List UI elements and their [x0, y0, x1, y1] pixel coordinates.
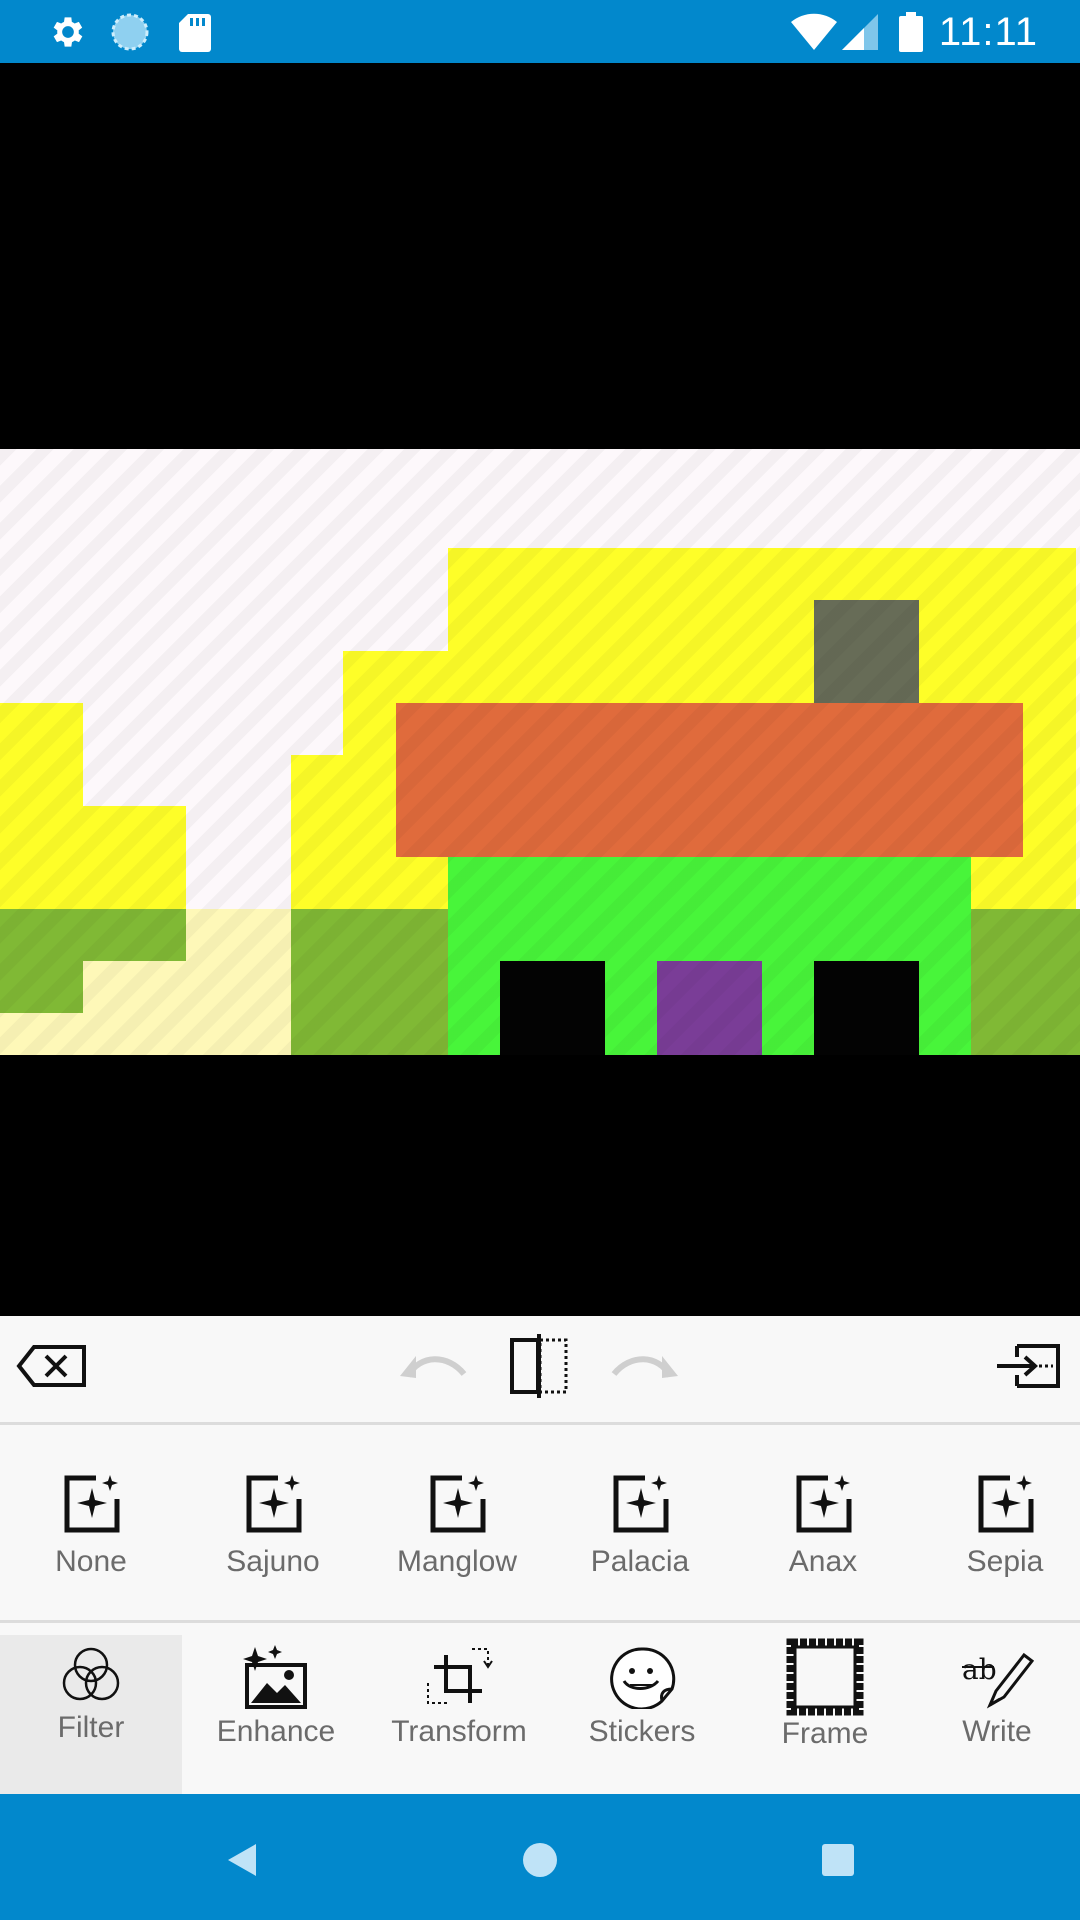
tab-label: Write: [962, 1715, 1032, 1748]
clock: 11:11: [938, 10, 1038, 54]
filter-label: Anax: [788, 1545, 858, 1578]
tab-label: Frame: [781, 1717, 869, 1750]
filter-label: Sepia: [966, 1545, 1044, 1578]
filter-label: Sajuno: [226, 1545, 320, 1578]
tab-filter[interactable]: Filter: [0, 1635, 182, 1794]
edited-photo: [0, 449, 1080, 1055]
filter-palacia[interactable]: Palacia: [565, 1473, 715, 1603]
filter-preset-icon: [796, 1475, 852, 1533]
export-icon: [995, 1343, 1061, 1394]
compare-button[interactable]: [500, 1330, 580, 1406]
undo-button[interactable]: [394, 1330, 474, 1406]
home-icon: [523, 1843, 557, 1877]
tab-label: Stickers: [588, 1715, 696, 1748]
enhance-icon: [243, 1645, 307, 1709]
back-icon: [228, 1844, 256, 1876]
redo-icon: [608, 1346, 680, 1391]
recents-button[interactable]: [810, 1832, 866, 1888]
tab-frame[interactable]: Frame: [734, 1635, 916, 1794]
tab-write[interactable]: ab Write: [906, 1635, 1080, 1794]
image-canvas[interactable]: [0, 63, 1080, 1316]
redo-button[interactable]: [604, 1330, 684, 1406]
filter-sajuno[interactable]: Sajuno: [198, 1473, 348, 1603]
frame-icon: [786, 1638, 864, 1716]
tool-tabs: Filter Enhance Transform Stickers Frame …: [0, 1623, 1080, 1794]
filter-none[interactable]: None: [16, 1473, 166, 1603]
delete-button[interactable]: [12, 1330, 92, 1406]
filter-list: None Sajuno Manglow Palacia Anax Sepia: [0, 1425, 1080, 1623]
stickers-icon: [610, 1647, 676, 1709]
editor-toolbar: [0, 1316, 1080, 1425]
filter-anax[interactable]: Anax: [748, 1473, 898, 1603]
export-button[interactable]: [988, 1330, 1068, 1406]
filter-label: Palacia: [590, 1545, 690, 1578]
cellular-signal-icon: [842, 12, 880, 50]
transform-icon: [427, 1648, 493, 1704]
filter-icon: [62, 1647, 120, 1701]
tab-label: Transform: [391, 1715, 527, 1748]
delete-icon: [16, 1344, 88, 1393]
filter-preset-icon: [613, 1475, 669, 1533]
wifi-icon: [790, 12, 838, 50]
tab-enhance[interactable]: Enhance: [185, 1635, 367, 1794]
compare-icon: [506, 1333, 574, 1403]
filter-preset-icon: [978, 1475, 1034, 1533]
tab-label: Filter: [57, 1711, 125, 1744]
sd-card-icon: [178, 12, 212, 52]
tab-label: Enhance: [216, 1715, 336, 1748]
filter-sepia[interactable]: Sepia: [930, 1473, 1080, 1603]
filter-label: None: [55, 1545, 127, 1578]
recents-icon: [822, 1844, 854, 1876]
undo-icon: [398, 1346, 470, 1391]
settings-icon: [48, 12, 88, 50]
sync-icon: [110, 12, 150, 51]
svg-text:ab: ab: [962, 1653, 997, 1686]
tab-stickers[interactable]: Stickers: [551, 1635, 733, 1794]
battery-icon: [898, 12, 924, 52]
status-bar: 11:11: [0, 0, 1080, 63]
home-button[interactable]: [512, 1832, 568, 1888]
filter-manglow[interactable]: Manglow: [382, 1473, 532, 1603]
back-button[interactable]: [214, 1832, 270, 1888]
filter-preset-icon: [64, 1475, 120, 1533]
tab-transform[interactable]: Transform: [368, 1635, 550, 1794]
write-icon: ab: [962, 1652, 1034, 1709]
system-nav-bar: [0, 1794, 1080, 1920]
filter-label: Manglow: [396, 1545, 518, 1578]
filter-preset-icon: [246, 1475, 302, 1533]
filter-preset-icon: [430, 1475, 486, 1533]
